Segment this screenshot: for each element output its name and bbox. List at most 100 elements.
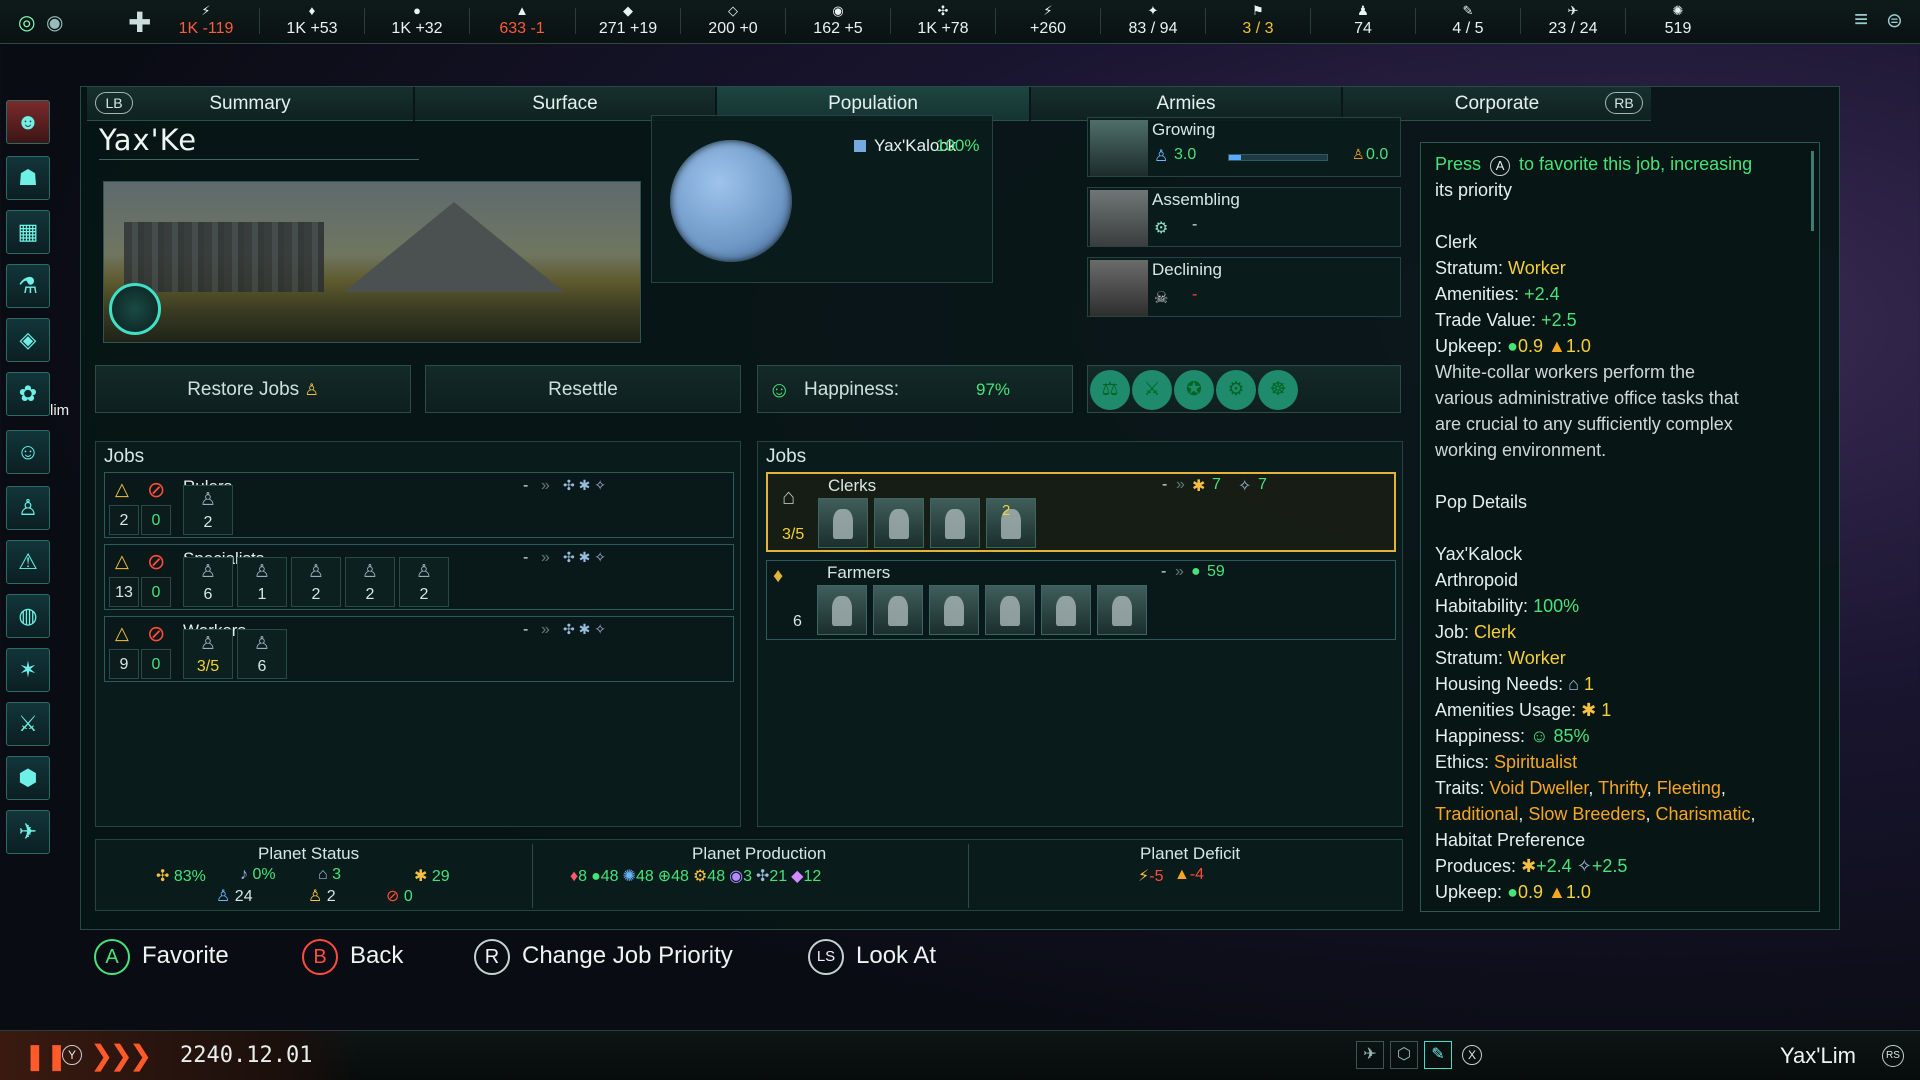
growth-icon: ♙ [1154,148,1169,165]
assembly-icon: ⚙ [1154,220,1169,237]
tooltip-scrollbar[interactable] [1811,151,1814,231]
pop-portrait[interactable] [873,585,923,635]
stratum-row-rulers[interactable]: △⊘20Rulers-»✣ ✱ ✧♙2 [104,472,734,538]
naval-capacity-resource[interactable]: ✦ 83 / 94 [1103,3,1203,39]
declining-image [1090,260,1148,316]
look-at-hint[interactable]: LS Look At [808,936,936,976]
growth-progress-track [1228,154,1328,161]
rb-button-hint[interactable]: RB [1605,92,1643,114]
favorite-hint[interactable]: A Favorite [94,936,229,976]
ethic-pentagram-icon[interactable]: ✪ [1174,370,1214,410]
starbase-toggle-icon[interactable]: ⬡ [1390,1041,1418,1069]
job-slot[interactable]: ♙ 2 [399,557,449,607]
speed-arrows-icon[interactable]: ❯❯❯ [90,1039,152,1072]
influence-resource[interactable]: ◇ 200 +0 [683,3,783,39]
planets-button[interactable]: ◈ [6,318,50,362]
pop-portrait[interactable] [818,498,868,548]
tab-corporate[interactable]: Corporate RB [1343,87,1651,121]
amenities-resource[interactable]: ⚡ +260 [998,3,1098,39]
situations-button[interactable]: ✶ [6,648,50,692]
pop-portrait[interactable] [929,585,979,635]
species-button[interactable]: ♙ [6,486,50,530]
ethic-spiritual-icon[interactable]: ☸ [1258,370,1298,410]
minerals-resource[interactable]: ♦ 1K +53 [262,3,362,39]
alloys-resource[interactable]: ◆ 271 +19 [578,3,678,39]
back-hint[interactable]: B Back [302,936,403,976]
tooltip-desc2: various administrative office tasks that [1435,388,1739,408]
job-type-icon: ♙ [361,561,379,581]
pop-portrait[interactable] [986,498,1036,548]
pop-portrait[interactable] [1097,585,1147,635]
tech-resource[interactable]: ✺ 519 [1628,3,1728,39]
job-slot[interactable]: ♙ 6 [183,557,233,607]
tab-armies[interactable]: Armies [1031,87,1341,121]
ethic-militarist-icon[interactable]: ⚔ [1132,370,1172,410]
stability-value: ✣ 83% [156,868,206,885]
job-slot[interactable]: ♙ 1 [237,557,287,607]
add-icon[interactable]: ✚ [128,6,151,39]
relics-button[interactable]: ⬢ [6,756,50,800]
species-color-swatch [854,140,866,152]
galaxy-button[interactable]: ◍ [6,594,50,638]
ships-button[interactable]: ✈ [6,810,50,854]
job-slot[interactable]: ♙ 2 [345,557,395,607]
energy-resource[interactable]: ⚡ 1K -119 [156,3,256,39]
consumer-goods-resource[interactable]: ▲ 633 -1 [472,3,572,39]
envoys-resource[interactable]: ✎ 4 / 5 [1418,3,1518,39]
job-slot[interactable]: ♙ 2 [183,485,233,535]
leader-portrait-button[interactable]: ☻ [6,100,50,144]
fleets-button[interactable]: ⚔ [6,702,50,746]
pop-portrait[interactable] [930,498,980,548]
assembling-panel: Assembling ⚙ - [1087,187,1401,247]
unity-resource[interactable]: ◉ 162 +5 [788,3,888,39]
factions-button[interactable]: ✿ [6,372,50,416]
ethic-balance-icon[interactable]: ⚖ [1090,370,1130,410]
pop-portrait[interactable] [1041,585,1091,635]
food-resource[interactable]: ● 1K +32 [367,3,467,39]
map-modes-button[interactable]: ▦ [6,210,50,254]
mountain-shape [344,202,564,292]
leaders-button[interactable]: ☗ [6,156,50,200]
tooltip-phenotype: Arthropoid [1435,570,1519,590]
production-value: 48 [600,868,619,885]
job-row-clerks[interactable]: ⌂ 3/5 Clerks - » ✱ 7 ✧ 7 2 [766,472,1396,552]
options-icon[interactable]: ⊜ [1886,8,1903,33]
fleet-toggle-icon[interactable]: ✈ [1356,1041,1384,1069]
restore-jobs-button[interactable]: Restore Jobs ♙ [95,365,411,413]
pop-portrait[interactable] [817,585,867,635]
edicts-button[interactable]: ⚠ [6,540,50,584]
stratum-row-workers[interactable]: △⊘90Workers-»✣ ✱ ✧♙3/5♙6 [104,616,734,682]
research-button[interactable]: ⚗ [6,264,50,308]
job-slot[interactable]: ♙ 6 [237,629,287,679]
stratum-total: 9 [109,649,139,679]
empire-name: Yax'Lim [1780,1043,1856,1068]
lb-button-hint[interactable]: LB [95,92,133,114]
pop-portrait[interactable] [985,585,1035,635]
job-slot[interactable]: ♙ 3/5 [183,629,233,679]
stratum-row-specialists[interactable]: △⊘130Specialists-»✣ ✱ ✧♙6♙1♙2♙2♙2 [104,544,734,610]
research-resource[interactable]: ✣ 1K +78 [893,3,993,39]
change-priority-hint[interactable]: R Change Job Priority [474,936,733,976]
pause-icon[interactable]: ❚❚ [24,1041,68,1072]
traditions-button[interactable]: ☺ [6,430,50,474]
production-icon: ✣ [755,868,770,885]
hamburger-menu-icon[interactable]: ≡ [1854,6,1868,34]
planet-class-icon[interactable] [109,283,161,335]
resettle-button[interactable]: Resettle [425,365,741,413]
pop-portrait[interactable] [874,498,924,548]
starbase-icon: ⚑ [1252,3,1264,18]
stratum-dash: - [523,549,529,566]
job-slot[interactable]: ♙ 2 [291,557,341,607]
minerals-icon: ♦ [308,3,316,18]
starbase-resource[interactable]: ⚑ 3 / 3 [1208,3,1308,39]
fleet-resource[interactable]: ✈ 23 / 24 [1523,3,1623,39]
tab-summary[interactable]: LB Summary [87,87,413,121]
pop-resource[interactable]: ♟ 74 [1313,3,1413,39]
stratum-output-icons: ✣ ✱ ✧ [563,621,606,637]
job-row-farmers[interactable]: ♦ 6 Farmers - » ● 59 [766,560,1396,640]
science-toggle-icon[interactable]: ✎ [1424,1041,1452,1069]
species-percent: 100% [936,136,980,155]
settings-icon-left[interactable]: ◉ [46,10,63,35]
ethic-gear-icon[interactable]: ⚙ [1216,370,1256,410]
menu-icon-left[interactable]: ◎ [18,10,35,35]
